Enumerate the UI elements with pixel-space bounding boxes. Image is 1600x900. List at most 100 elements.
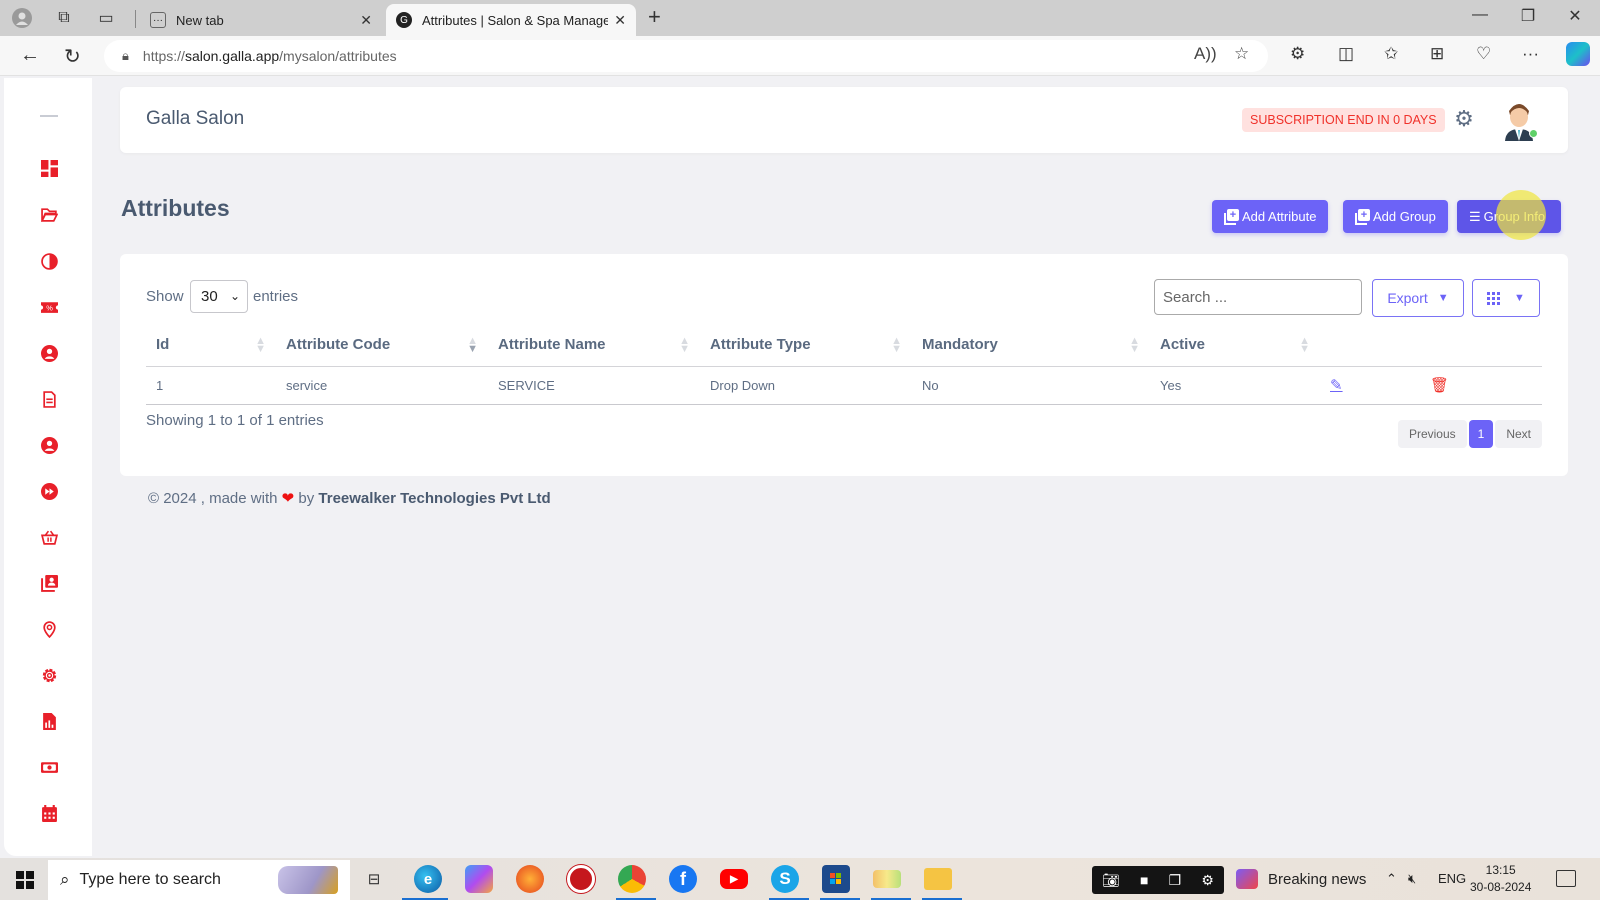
page-size-select[interactable]: 30 ⌄ <box>190 280 248 313</box>
windows-start-icon[interactable] <box>16 871 34 889</box>
basket-icon[interactable] <box>39 527 59 547</box>
column-header-attribute-code[interactable]: Attribute Code ▲ ▼ <box>276 324 488 367</box>
tab-new-tab[interactable]: ··· New tab ✕ <box>140 4 382 36</box>
youtube-icon[interactable]: ▶ <box>720 869 748 889</box>
coupon-icon[interactable]: % <box>39 297 59 317</box>
pagination: Previous 1 Next <box>1397 420 1542 448</box>
favorites-icon[interactable]: ✩ <box>1384 44 1398 64</box>
contacts-icon[interactable] <box>39 573 59 593</box>
collections-icon[interactable]: ⊞ <box>1430 44 1444 64</box>
online-status-dot <box>1529 129 1538 138</box>
read-aloud-icon[interactable]: A)) <box>1194 44 1217 64</box>
search-icon: ⌕ <box>60 870 70 889</box>
fast-forward-icon[interactable] <box>39 481 59 501</box>
copilot-icon[interactable] <box>1566 42 1590 66</box>
workspaces-icon[interactable]: ⧉ <box>52 6 76 30</box>
chrome-icon[interactable] <box>618 865 646 893</box>
notifications-icon[interactable] <box>1556 870 1576 887</box>
column-label: Mandatory <box>922 336 998 354</box>
copilot-taskbar-icon[interactable] <box>465 865 493 893</box>
calendar-icon[interactable] <box>39 803 59 823</box>
contrast-icon[interactable] <box>39 251 59 271</box>
column-header-id[interactable]: Id ▲ ▼ <box>146 324 276 367</box>
extensions-icon[interactable]: ⚙︎ <box>1290 44 1305 64</box>
windows-icon[interactable]: ❐ <box>1169 872 1182 889</box>
capture-toolbar: 📷︎ ■ ❐ ⚙ <box>1092 866 1224 894</box>
app-icon[interactable] <box>873 870 901 888</box>
column-label: Attribute Name <box>498 336 606 354</box>
file-explorer-icon[interactable] <box>924 868 952 890</box>
restore-button[interactable]: ❐ <box>1508 6 1548 26</box>
report-icon[interactable] <box>39 711 59 731</box>
settings-icon[interactable]: ⚙ <box>1201 872 1214 889</box>
footer: © 2024 , made with ❤ by Treewalker Techn… <box>148 489 551 507</box>
add-group-button[interactable]: + Add Group <box>1343 200 1448 233</box>
settings-gear-icon[interactable]: ⚙ <box>1452 106 1476 131</box>
table-info: Showing 1 to 1 of 1 entries <box>146 412 324 429</box>
tab-attributes[interactable]: G Attributes | Salon & Spa Managem ✕ <box>386 4 636 36</box>
facebook-icon[interactable]: f <box>669 865 697 893</box>
favorite-star-icon[interactable]: ☆ <box>1234 44 1249 64</box>
folder-icon[interactable] <box>39 204 59 224</box>
footer-company-link[interactable]: Treewalker Technologies Pvt Ltd <box>318 490 550 507</box>
minimize-button[interactable]: — <box>1460 6 1500 24</box>
edge-icon[interactable]: e <box>414 865 442 893</box>
export-label: Export <box>1387 290 1428 306</box>
new-tab-button[interactable]: + <box>648 4 661 30</box>
next-page-button[interactable]: Next <box>1495 420 1542 448</box>
task-view-icon[interactable]: ⊟ <box>360 865 388 893</box>
column-header-active[interactable]: Active ▲ ▼ <box>1150 324 1320 367</box>
location-pin-icon[interactable] <box>39 619 59 639</box>
close-window-button[interactable]: ✕ <box>1555 6 1595 26</box>
video-icon[interactable]: ■ <box>1140 872 1148 888</box>
delete-trash-icon[interactable]: 🗑︎ <box>1430 377 1449 394</box>
money-icon[interactable] <box>39 757 59 777</box>
skype-icon[interactable]: S <box>771 865 799 893</box>
url-host: salon.galla.app <box>184 48 280 64</box>
show-label: Show <box>146 288 184 305</box>
column-header-mandatory[interactable]: Mandatory ▲ ▼ <box>912 324 1150 367</box>
news-widget[interactable]: Breaking news <box>1236 869 1366 889</box>
document-icon[interactable] <box>39 389 59 409</box>
cell-attribute-name: SERVICE <box>488 366 700 405</box>
add-attribute-button[interactable]: + Add Attribute <box>1212 200 1329 233</box>
sidebar-collapse-handle[interactable] <box>40 115 58 117</box>
cell-attribute-type: Drop Down <box>700 366 912 405</box>
screen-recorder-icon[interactable] <box>567 865 595 893</box>
avatar[interactable] <box>1500 99 1538 141</box>
firefox-icon[interactable] <box>516 865 544 893</box>
tray-overflow-icon[interactable]: ⌃ <box>1386 871 1397 887</box>
column-header-attribute-name[interactable]: Attribute Name ▲ ▼ <box>488 324 700 367</box>
url-input[interactable]: 🔒︎ https://salon.galla.app/mysalon/attri… <box>104 40 1268 72</box>
user-circle-icon[interactable] <box>39 343 59 363</box>
tab-actions-icon[interactable]: ▭ <box>94 6 118 30</box>
language-indicator[interactable]: ENG <box>1438 871 1466 886</box>
browser-essentials-icon[interactable]: ♡ <box>1476 44 1491 64</box>
column-header-attribute-type[interactable]: Attribute Type ▲ ▼ <box>700 324 912 367</box>
group-info-button[interactable]: ☰ Group Info <box>1457 200 1561 233</box>
volume-muted-icon[interactable]: 🔇︎ <box>1408 871 1416 887</box>
edit-pencil-icon[interactable]: ✎ <box>1330 377 1343 394</box>
back-button[interactable]: ← <box>20 44 40 67</box>
taskbar-search-input[interactable]: ⌕ Type here to search <box>48 860 350 900</box>
close-tab-icon[interactable]: ✕ <box>614 12 626 29</box>
settings-icon[interactable] <box>39 665 59 685</box>
camera-icon[interactable]: 📷︎ <box>1102 872 1120 889</box>
refresh-button[interactable]: ↻ <box>64 44 81 69</box>
close-tab-icon[interactable]: ✕ <box>360 12 372 29</box>
search-input[interactable] <box>1154 279 1362 315</box>
export-button[interactable]: Export ▼ <box>1372 279 1464 317</box>
more-menu-icon[interactable]: ··· <box>1522 44 1539 64</box>
clock[interactable]: 13:15 30-08-2024 <box>1470 862 1531 896</box>
column-label: Id <box>156 336 170 354</box>
microsoft-store-icon[interactable] <box>822 865 850 893</box>
split-screen-icon[interactable]: ◫ <box>1338 44 1354 64</box>
profile-icon[interactable] <box>10 6 34 30</box>
dashboard-icon[interactable] <box>39 158 59 178</box>
column-visibility-button[interactable]: ▼ <box>1472 279 1540 317</box>
page-1-button[interactable]: 1 <box>1468 420 1494 448</box>
user-circle-icon[interactable] <box>39 435 59 455</box>
previous-page-button[interactable]: Previous <box>1397 420 1467 448</box>
add-group-label: Add Group <box>1373 209 1436 224</box>
new-tab-icon: ··· <box>150 12 166 28</box>
